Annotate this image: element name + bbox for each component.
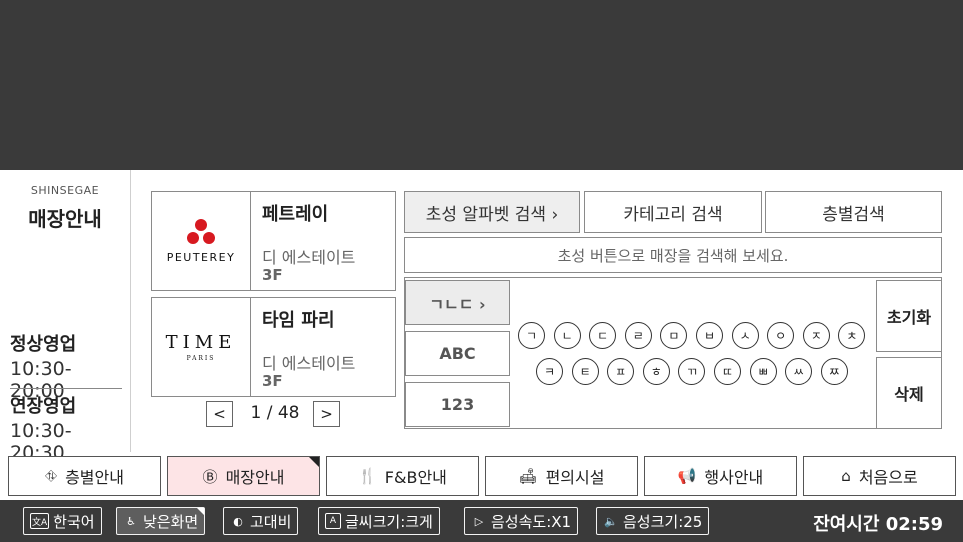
paris-logo-text: PARIS [186,355,216,362]
peuterey-logo: PEUTEREY [152,192,251,290]
store-name: 페트레이 [262,204,329,225]
nav-label: 행사안내 [704,468,764,487]
tab-initial-search[interactable]: 초성 알파벳 검색 › [404,191,580,233]
nav-facilities[interactable]: 🛋 편의시설 [485,456,638,496]
voice-volume-button[interactable]: 🔈 음성크기:25 [596,507,710,535]
initial-key-button[interactable]: ㄱ [518,322,545,349]
megaphone-icon: 📢 [677,467,697,485]
extended-hours-label: 연장영업 [10,396,77,417]
accessibility-label: 한국어 [53,512,95,531]
hours-divider [10,388,122,389]
nav-label: 처음으로 [858,468,918,487]
nav-events[interactable]: 📢 행사안내 [644,456,797,496]
nav-label: 편의시설 [545,468,605,487]
nav-home[interactable]: ⌂ 처음으로 [803,456,956,496]
nav-label: 매장안내 [225,468,285,487]
left-divider [130,170,131,452]
store-location: 디 에스테이트 [262,248,356,267]
initial-key-button[interactable]: ㄸ [714,358,741,385]
volume-icon: 🔈 [604,514,618,528]
store-name: 타임 파리 [262,310,335,331]
prev-page-button[interactable]: < [206,401,233,427]
kiosk-screen: SHINSEGAE 매장안내 정상영업 10:30-20:00 연장영업 10:… [0,0,963,542]
high-contrast-button[interactable]: ◐ 고대비 [223,507,299,535]
tab-category-search[interactable]: 카테고리 검색 [584,191,762,233]
store-floor: 3F [262,266,283,284]
remaining-time: 잔여시간 02:59 [813,514,943,535]
store-b-icon: Ⓑ [202,467,218,486]
pagination: < 1 / 48 > [206,401,341,427]
search-hint: 초성 버튼으로 매장을 검색해 보세요. [404,237,942,273]
nav-floor-guide[interactable]: ⛗ 층별안내 [8,456,161,496]
mode-abc-button[interactable]: ABC [405,331,510,376]
mode-number-button[interactable]: 123 [405,382,510,427]
font-size-icon: A [325,513,341,529]
brand-english: SHINSEGAE [30,184,100,197]
time-logo-text: TIME [165,332,237,353]
initial-key-button[interactable]: ㄴ [553,322,581,349]
delete-button[interactable]: 삭제 [876,357,942,429]
accessibility-label: 음성속도:X1 [491,512,572,531]
initial-key-button[interactable]: ㅇ [767,322,795,349]
initial-key-button[interactable]: ㅋ [536,358,563,385]
store-floor: 3F [262,372,283,390]
tab-floor-search[interactable]: 층별검색 [765,191,942,233]
page-indicator: 1 / 48 [250,403,300,423]
peuterey-logo-text: PEUTEREY [166,250,236,264]
initial-key-button[interactable]: ㅆ [785,358,813,385]
home-icon: ⌂ [841,467,851,485]
store-guide-panel: SHINSEGAE 매장안내 정상영업 10:30-20:00 연장영업 10:… [0,170,963,500]
sofa-icon: 🛋 [518,467,538,485]
active-corner-marker [197,508,205,515]
initial-key-button[interactable]: ㅉ [820,358,848,385]
store-location: 디 에스테이트 [262,354,356,373]
regular-hours-label: 정상영업 [10,334,77,355]
low-screen-button[interactable]: ♿ 낮은화면 [116,507,206,535]
accessibility-label: 글씨크기:크게 [345,512,433,531]
page-title: 매장안내 [28,207,102,231]
initial-key-button[interactable]: ㅍ [607,358,635,385]
contrast-icon: ◐ [233,514,243,528]
nav-fnb-guide[interactable]: 🍴 F&B안내 [326,456,479,496]
initial-key-button[interactable]: ㅈ [802,322,830,349]
font-size-button[interactable]: A 글씨크기:크게 [318,507,440,535]
initial-key-button[interactable]: ㅃ [749,358,777,385]
initial-key-button[interactable]: ㄹ [624,322,652,349]
stairs-icon: ⛗ [45,467,58,485]
extended-hours: 연장영업 10:30-20:30 [10,392,122,464]
time-paris-logo: TIME PARIS [152,298,251,396]
accessibility-bar: 文A 한국어 ♿ 낮은화면 ◐ 고대비 A 글씨크기:크게 ▷ 음성속도:X1 … [0,500,963,542]
nav-store-guide[interactable]: Ⓑ 매장안내 [167,456,320,496]
store-card[interactable]: PEUTEREY 페트레이 디 에스테이트 3F [151,191,396,291]
voice-speed-button[interactable]: ▷ 음성속도:X1 [464,507,579,535]
nav-label: 층별안내 [65,468,124,487]
active-corner-marker [309,457,319,467]
language-button[interactable]: 文A 한국어 [23,507,102,535]
nav-label: F&B안내 [384,468,447,487]
initial-key-button[interactable]: ㅂ [696,322,723,349]
initial-key-button[interactable]: ㅌ [571,358,599,385]
accessibility-label: 낮은화면 [143,512,199,531]
initial-key-button[interactable]: ㅎ [642,358,670,385]
reset-button[interactable]: 초기화 [876,280,942,352]
accessibility-label: 고대비 [250,512,292,531]
fork-knife-icon: 🍴 [358,467,377,485]
mode-korean-button[interactable]: ㄱㄴㄷ › [405,280,510,325]
store-card[interactable]: TIME PARIS 타임 파리 디 에스테이트 3F [151,297,396,397]
initial-key-button[interactable]: ㅅ [731,322,759,349]
peuterey-dots-icon [183,218,219,247]
brand-block: SHINSEGAE 매장안내 [0,184,130,232]
language-icon: 文A [30,513,50,529]
next-page-button[interactable]: > [313,401,340,427]
speed-icon: ▷ [474,514,484,528]
initial-key-button[interactable]: ㄷ [589,322,617,349]
top-display-area [0,0,963,170]
accessibility-label: 음성크기:25 [623,512,703,531]
wheelchair-icon: ♿ [126,514,136,528]
